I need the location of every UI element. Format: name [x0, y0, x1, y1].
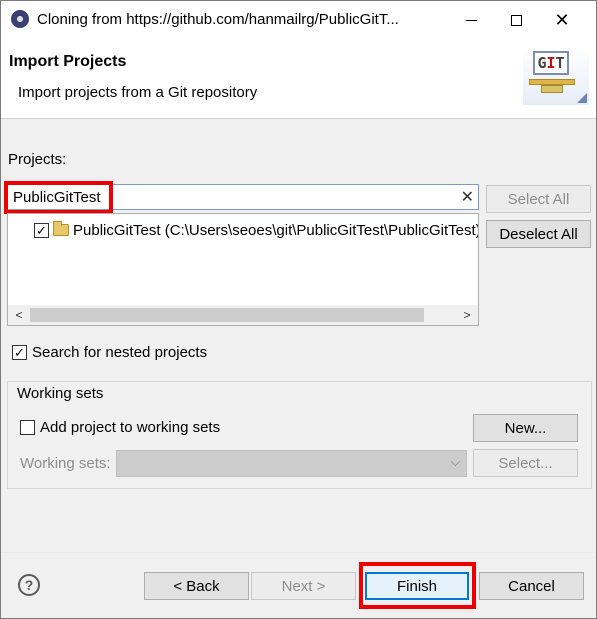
clear-filter-icon[interactable]: ✕ — [461, 187, 474, 207]
git-logo-icon: GIT — [523, 47, 589, 105]
page-title: Import Projects — [9, 53, 127, 70]
add-to-working-sets-checkbox[interactable] — [20, 420, 35, 435]
folder-icon — [53, 221, 69, 236]
next-button[interactable]: Next > — [251, 572, 356, 600]
cancel-button[interactable]: Cancel — [479, 572, 584, 600]
add-to-working-sets-label: Add project to working sets — [40, 419, 221, 436]
project-checkbox[interactable]: ✓ — [34, 222, 49, 238]
git-logo-text: GIT — [533, 51, 569, 75]
working-sets-label: Working sets: — [20, 455, 111, 472]
projects-label: Projects: — [8, 151, 67, 168]
title-bar: Cloning from https://github.com/hanmailr… — [1, 1, 596, 39]
maximize-button[interactable] — [493, 1, 539, 39]
working-sets-title: Working sets — [15, 385, 106, 402]
working-sets-combo[interactable]: ⌵ — [116, 450, 467, 477]
close-icon: ✕ — [554, 9, 570, 30]
deselect-all-button[interactable]: Deselect All — [486, 220, 591, 248]
maximize-icon — [510, 14, 522, 26]
back-button[interactable]: < Back — [144, 572, 249, 600]
scroll-right-icon[interactable]: > — [458, 306, 476, 324]
highlight-box-filter — [4, 181, 113, 214]
import-projects-dialog: Cloning from https://github.com/hanmailr… — [0, 0, 597, 619]
wizard-header: Import Projects Import projects from a G… — [1, 39, 596, 119]
minimize-icon — [465, 19, 477, 21]
chevron-down-icon: ⌵ — [450, 455, 460, 469]
close-button[interactable]: ✕ — [539, 1, 585, 39]
nested-projects-label: Search for nested projects — [32, 344, 208, 361]
projects-tree[interactable]: ✓ PublicGitTest (C:\Users\seoes\git\Publ… — [7, 213, 479, 326]
scroll-left-icon[interactable]: < — [10, 306, 28, 324]
nested-projects-checkbox[interactable]: ✓ — [12, 345, 27, 360]
horizontal-scrollbar[interactable]: < > — [8, 305, 478, 325]
select-all-button[interactable]: Select All — [486, 185, 591, 213]
footer-separator — [1, 552, 596, 553]
tree-item-publicgittest[interactable]: ✓ PublicGitTest (C:\Users\seoes\git\Publ… — [34, 220, 478, 240]
page-description: Import projects from a Git repository — [18, 84, 258, 101]
nested-projects-option[interactable]: ✓ Search for nested projects — [12, 344, 207, 361]
eclipse-app-icon — [11, 10, 29, 28]
help-icon[interactable]: ? — [18, 574, 40, 596]
new-working-set-button[interactable]: New... — [473, 414, 578, 442]
minimize-button[interactable] — [448, 1, 494, 39]
add-to-working-sets-option[interactable]: Add project to working sets — [20, 419, 220, 436]
select-working-sets-button[interactable]: Select... — [473, 449, 578, 477]
window-title: Cloning from https://github.com/hanmailr… — [37, 11, 399, 28]
highlight-box-finish — [359, 562, 476, 609]
tree-item-label: PublicGitTest (C:\Users\seoes\git\Public… — [73, 221, 478, 239]
scrollbar-thumb[interactable] — [30, 308, 424, 322]
